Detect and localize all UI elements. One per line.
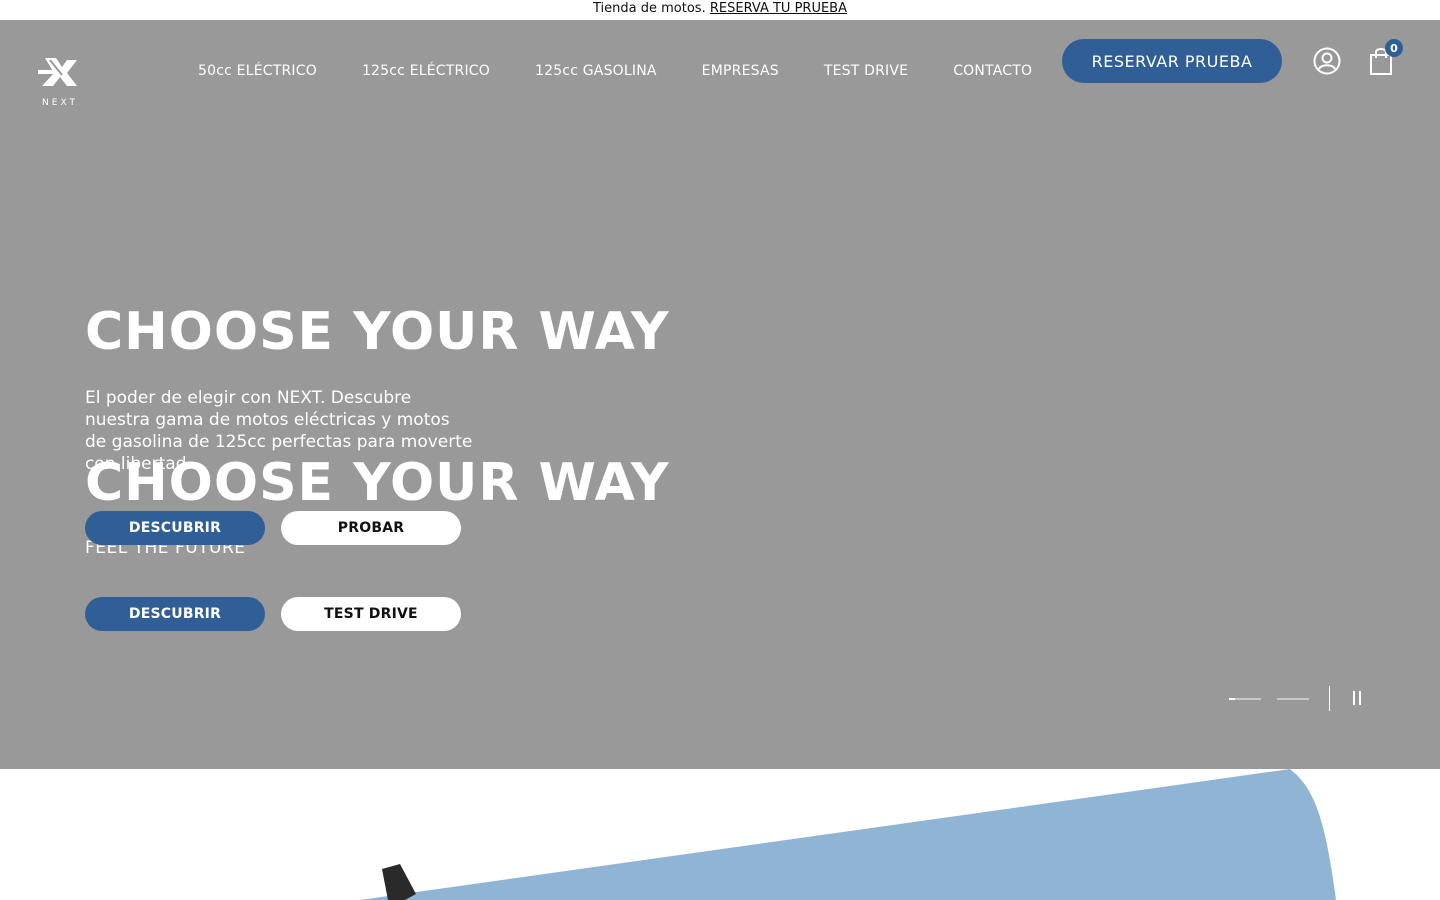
main-nav: 50cc ELÉCTRICO 125cc ELÉCTRICO 125cc GAS… bbox=[198, 56, 1077, 86]
nav-item-test-drive[interactable]: TEST DRIVE bbox=[824, 63, 908, 79]
slide-2-discover-button[interactable]: DESCUBRIR bbox=[85, 597, 265, 631]
nav-item-empresas[interactable]: EMPRESAS bbox=[702, 63, 779, 79]
slide-2-title: CHOOSE YOUR WAY bbox=[85, 453, 670, 513]
nav-item-125cc-electrico[interactable]: 125cc ELÉCTRICO bbox=[362, 63, 490, 79]
announcement-bar: Tienda de motos. RESERVA TU PRUEBA bbox=[0, 0, 1440, 20]
pause-icon[interactable] bbox=[1351, 691, 1363, 705]
carousel-controls bbox=[1229, 686, 1369, 722]
carousel-divider bbox=[1329, 686, 1330, 711]
hero-slider: NEXT 50cc ELÉCTRICO 125cc ELÉCTRICO 125c… bbox=[0, 20, 1440, 769]
slide-2-title-wrap: CHOOSE YOUR WAY bbox=[85, 455, 670, 511]
featured-background-shape bbox=[360, 769, 1336, 900]
featured-section bbox=[0, 769, 1440, 900]
nav-item-50cc-electrico[interactable]: 50cc ELÉCTRICO bbox=[198, 63, 317, 79]
reserve-test-link[interactable]: RESERVA TU PRUEBA bbox=[710, 1, 847, 16]
next-logo-icon bbox=[38, 58, 77, 86]
slide-1-title: CHOOSE YOUR WAY bbox=[85, 302, 670, 362]
announcement-text: Tienda de motos. bbox=[593, 1, 706, 16]
reserve-test-button[interactable]: RESERVAR PRUEBA bbox=[1062, 39, 1282, 83]
motorbike-mirror-icon bbox=[382, 864, 416, 900]
slide-2-test-drive-button[interactable]: TEST DRIVE bbox=[281, 597, 461, 631]
logo[interactable]: NEXT bbox=[36, 56, 84, 110]
nav-item-125cc-gasolina[interactable]: 125cc GASOLINA bbox=[535, 63, 657, 79]
slide-1-discover-button[interactable]: DESCUBRIR bbox=[85, 511, 265, 545]
slide-1-try-button[interactable]: PROBAR bbox=[281, 511, 461, 545]
carousel-dot-2[interactable] bbox=[1277, 698, 1309, 700]
carousel-dot-1[interactable] bbox=[1229, 698, 1261, 700]
brand-name: NEXT bbox=[42, 98, 78, 108]
carousel-dot-1-progress bbox=[1229, 698, 1236, 700]
nav-item-contacto[interactable]: CONTACTO bbox=[953, 63, 1032, 79]
cart-count-badge: 0 bbox=[1385, 39, 1403, 57]
user-account-icon[interactable] bbox=[1313, 47, 1341, 75]
slide-1-title-wrap: CHOOSE YOUR WAY bbox=[85, 304, 670, 360]
